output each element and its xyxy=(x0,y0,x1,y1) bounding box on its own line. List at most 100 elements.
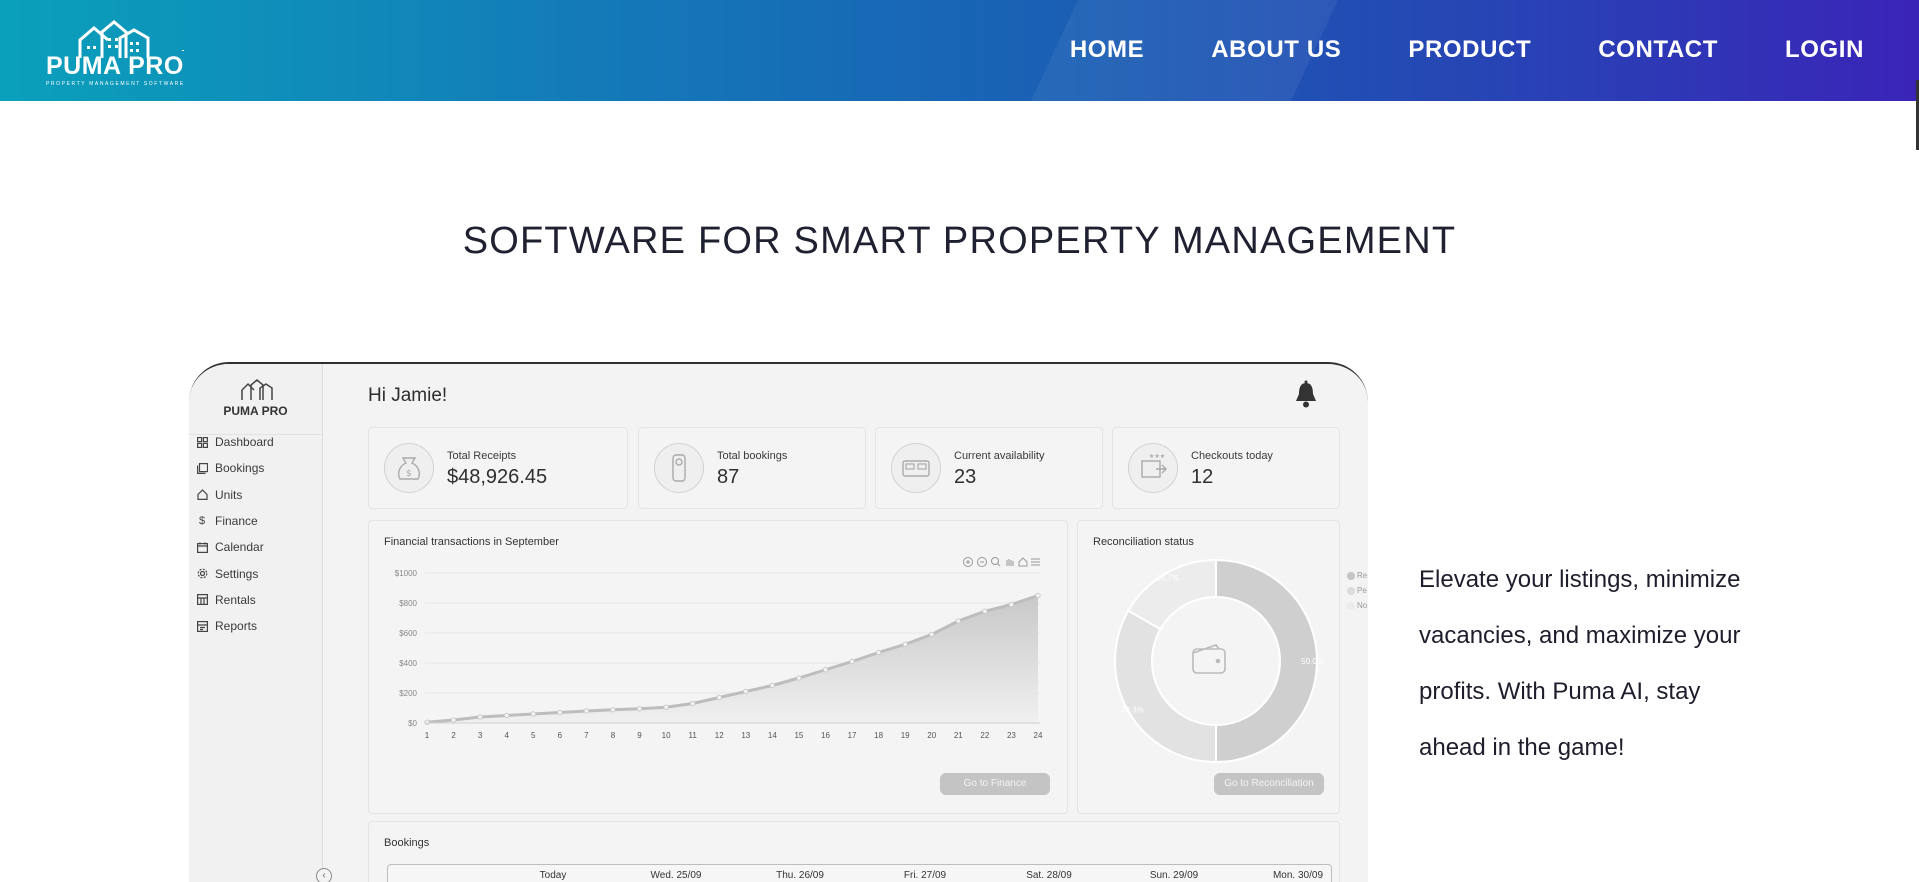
slice-value-label: 50.0% xyxy=(1301,657,1324,666)
legend-dot xyxy=(1347,586,1355,595)
x-tick-label: 12 xyxy=(715,731,724,740)
x-tick-label: 6 xyxy=(558,731,563,740)
x-tick-label: 22 xyxy=(980,731,989,740)
sidebar-item-label: Dashboard xyxy=(215,435,274,450)
reports-icon xyxy=(196,620,208,632)
x-tick-label: 5 xyxy=(531,731,536,740)
stat-value: 23 xyxy=(954,466,977,488)
sidebar-item-units[interactable]: Units xyxy=(196,482,274,508)
data-point xyxy=(849,658,855,665)
money-bag-icon: $ xyxy=(384,443,434,493)
sidebar-item-dashboard[interactable]: Dashboard xyxy=(196,429,274,455)
stat-label: Total Receipts xyxy=(447,450,517,462)
data-point xyxy=(610,707,616,713)
data-point xyxy=(689,700,696,707)
data-point xyxy=(636,706,643,712)
data-point xyxy=(875,649,882,656)
bookings-title: Bookings xyxy=(384,837,430,849)
legend-item-pending: Pe xyxy=(1347,586,1367,595)
go-to-finance-button[interactable]: Go to Finance xyxy=(940,773,1050,795)
y-tick-label: $600 xyxy=(399,629,417,638)
stat-value: 12 xyxy=(1191,466,1214,488)
x-tick-label: 7 xyxy=(584,731,589,740)
legend-label: Pe xyxy=(1357,586,1367,595)
x-tick-label: 13 xyxy=(741,731,750,740)
sidebar-item-reports[interactable]: Reports xyxy=(196,613,274,639)
svg-text:$: $ xyxy=(406,469,412,479)
x-tick-label: 14 xyxy=(768,731,777,740)
data-point xyxy=(769,682,776,689)
hero-tagline: Elevate your listings, minimize vacancie… xyxy=(1419,566,1741,761)
data-point xyxy=(796,675,802,681)
x-tick-label: 3 xyxy=(478,731,483,740)
sidebar-item-label: Reports xyxy=(215,619,258,634)
data-point xyxy=(450,717,457,723)
calendar-icon xyxy=(196,541,208,553)
dashboard-logo-icon xyxy=(241,379,273,400)
data-point xyxy=(503,712,510,719)
x-tick-label: 10 xyxy=(662,731,671,740)
slice-value-label: 16.7% xyxy=(1156,573,1179,582)
data-point xyxy=(1008,601,1015,608)
bookings-column-header: Mon. 30/09 xyxy=(1272,870,1324,881)
data-point xyxy=(902,641,908,647)
x-tick-label: 4 xyxy=(504,731,509,740)
sidebar-menu: Dashboard Bookings Units $ Finance Calen… xyxy=(196,429,274,639)
bed-icon xyxy=(891,443,941,493)
wallet-icon xyxy=(1192,644,1226,674)
logo-subtitle: PROPERTY MANAGEMENT SOFTWARE xyxy=(46,81,185,87)
stat-card-receipts[interactable]: $ Total Receipts $48,926.45 xyxy=(368,427,628,509)
sidebar-item-calendar[interactable]: Calendar xyxy=(196,534,274,560)
x-tick-label: 23 xyxy=(1007,731,1016,740)
bookings-column-header: Sat. 28/09 xyxy=(1026,870,1072,881)
bookings-column-header: Sun. 29/09 xyxy=(1149,870,1199,881)
grid-icon xyxy=(196,436,208,448)
stat-label: Current availability xyxy=(954,450,1045,462)
x-tick-label: 20 xyxy=(927,731,936,740)
stat-value: $48,926.45 xyxy=(447,466,548,488)
x-tick-label: 16 xyxy=(821,731,830,740)
x-tick-label: 11 xyxy=(688,731,697,740)
stat-value: 87 xyxy=(717,466,740,488)
x-tick-label: 21 xyxy=(954,731,963,740)
sidebar-item-rentals[interactable]: Rentals xyxy=(196,587,274,613)
donut-slice xyxy=(1127,558,1217,631)
stat-card-checkouts[interactable]: ★★★ Checkouts today 12 xyxy=(1112,427,1340,509)
top-navbar: PUMA PRO PROPERTY MANAGEMENT SOFTWARE HO… xyxy=(0,0,1919,101)
x-tick-label: 8 xyxy=(611,731,616,740)
stat-card-bookings[interactable]: Total bookings 87 xyxy=(638,427,866,509)
area-fill xyxy=(427,595,1038,723)
x-tick-label: 24 xyxy=(1034,731,1043,740)
y-tick-label: $400 xyxy=(399,659,417,668)
stat-card-availability[interactable]: Current availability 23 xyxy=(875,427,1103,509)
home-icon xyxy=(196,489,208,501)
reconciliation-donut-chart: 50.0% 33.3% 16.7% xyxy=(1114,558,1324,764)
data-point xyxy=(583,708,590,714)
nav-product[interactable]: PRODUCT xyxy=(1408,36,1531,64)
nav-login[interactable]: LOGIN xyxy=(1785,36,1864,64)
dollar-icon: $ xyxy=(198,515,206,528)
sidebar-item-settings[interactable]: Settings xyxy=(196,560,274,586)
sidebar-item-finance[interactable]: $ Finance xyxy=(196,508,274,534)
x-tick-label: 2 xyxy=(451,731,456,740)
sidebar-item-bookings[interactable]: Bookings xyxy=(196,455,274,481)
data-point xyxy=(557,709,563,716)
go-to-reconciliation-button[interactable]: Go to Reconciliation xyxy=(1214,773,1324,795)
nav-home[interactable]: HOME xyxy=(1070,36,1144,64)
nav-contact[interactable]: CONTACT xyxy=(1598,36,1718,64)
nav-about-us[interactable]: ABOUT US xyxy=(1211,36,1341,64)
bell-icon[interactable] xyxy=(1293,380,1319,410)
legend-dot xyxy=(1347,571,1355,580)
x-tick-label: 18 xyxy=(874,731,883,740)
gear-icon xyxy=(196,568,208,580)
legend-label: Re xyxy=(1357,571,1368,580)
dashboard-logo: PUMA PRO xyxy=(189,374,322,435)
y-tick-label: $800 xyxy=(399,599,417,608)
sidebar-item-label: Units xyxy=(215,487,243,502)
logo-text[interactable]: PUMA PRO xyxy=(46,52,184,81)
data-point xyxy=(424,719,430,725)
bookings-column-header: Fri. 27/09 xyxy=(903,870,947,881)
legend-label: No xyxy=(1357,601,1368,610)
bookings-column-header: Thu. 26/09 xyxy=(776,870,824,881)
chart-toolbar[interactable] xyxy=(962,555,1042,569)
